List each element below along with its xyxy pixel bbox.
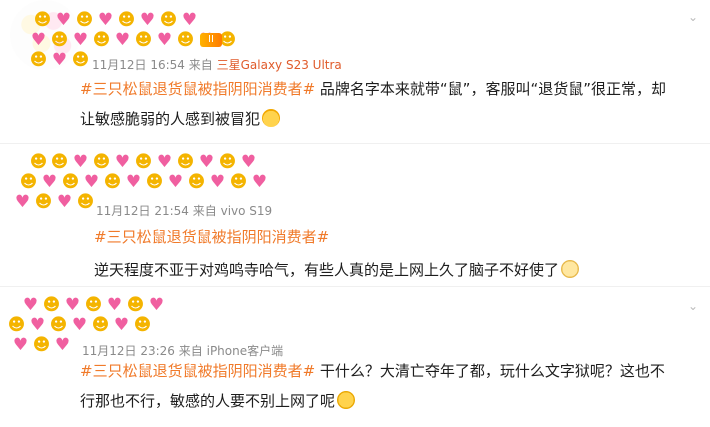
comment-text: #三只松鼠退货鼠被指阴阳消费者# 干什么？大清亡夺年了都，玩什么文字狱呢？这也不…	[80, 356, 705, 416]
heart-emoji: ♥	[156, 152, 173, 172]
nickname-emoji-row[interactable]: ♥ ☻ ♥	[10, 335, 73, 355]
heart-emoji: ♥	[29, 315, 46, 335]
heart-emoji: ♥	[14, 192, 31, 212]
smile-emoji: ☻	[126, 295, 145, 315]
smile-emoji: ☻	[159, 10, 178, 30]
chevron-down-icon[interactable]: ⌄	[686, 10, 700, 24]
heart-emoji: ♥	[22, 295, 39, 315]
comment-text: #三只松鼠退货鼠被指阴阳消费者# 品牌名字本来就带“鼠”，客服叫“退货鼠”很正常…	[80, 74, 700, 134]
heart-emoji: ♥	[181, 10, 198, 30]
comment-date: 11月12日 16:54	[92, 58, 185, 72]
nickname-emoji-row[interactable]: ☻ ♥ ☻ ♥ ☻ ♥ ☻ ♥ ☻ ♥ ☻ ♥	[18, 172, 270, 192]
smile-emoji: ☻	[7, 315, 26, 335]
hashtag-link[interactable]: #三只松鼠退货鼠被指阴阳消费者#	[94, 228, 329, 246]
nickname-emoji-row[interactable]: ♥ ☻ ♥ ☻ ♥ ☻ ♥	[20, 295, 167, 315]
smile-emoji: ☻	[218, 152, 237, 172]
smile-emoji: ☻	[117, 10, 136, 30]
heart-emoji: ♥	[167, 172, 184, 192]
heart-emoji: ♥	[97, 10, 114, 30]
device-name[interactable]: vivo S19	[221, 204, 273, 218]
heart-emoji: ♥	[106, 295, 123, 315]
smile-emoji: ☻	[34, 192, 53, 212]
smile-emoji: ☻	[133, 315, 152, 335]
smile-emoji: ☻	[176, 30, 195, 50]
comment-3: ♥ ☻ ♥ ☻ ♥ ☻ ♥ ☻ ♥ ☻ ♥ ☻ ♥ ☻ ♥ ☻ ♥ 11月12日 23:26 来自 iPho…	[0, 287, 710, 427]
heart-emoji: ♥	[156, 30, 173, 50]
comment-meta: 11月12日 16:54 来自 三星Galaxy S23 Ultra	[92, 56, 342, 73]
smile-emoji: ☻	[176, 152, 195, 172]
heart-emoji: ♥	[113, 315, 130, 335]
cover-mouth-emoji	[561, 260, 580, 278]
smile-emoji: ☻	[71, 50, 90, 70]
level-badge: II	[200, 33, 222, 47]
smile-emoji: ☻	[92, 30, 111, 50]
heart-emoji: ♥	[148, 295, 165, 315]
comment-meta: 11月12日 21:54 来自 vivo S19	[96, 202, 272, 219]
smile-emoji: ☻	[229, 172, 248, 192]
nickname-emoji-row[interactable]: ☻ ☻ ♥ ☻ ♥ ☻ ♥ ☻ ♥ ☻ ♥	[28, 152, 259, 172]
smile-emoji: ☻	[61, 172, 80, 192]
smile-emoji: ☻	[75, 10, 94, 30]
heart-emoji: ♥	[251, 172, 268, 192]
smile-emoji: ☻	[76, 192, 95, 212]
smile-emoji: ☻	[92, 152, 111, 172]
device-name[interactable]: 三星Galaxy S23 Ultra	[217, 58, 342, 72]
heart-emoji: ♥	[198, 152, 215, 172]
smile-emoji: ☻	[49, 315, 68, 335]
heart-emoji: ♥	[64, 295, 81, 315]
heart-emoji: ♥	[55, 10, 72, 30]
smile-emoji: ☻	[134, 152, 153, 172]
heart-emoji: ♥	[30, 30, 47, 50]
source-prefix: 来自	[192, 204, 217, 218]
smile-emoji: ☻	[145, 172, 164, 192]
comment-text-line2: 行那也不行，敏感的人要不别上网了呢	[80, 392, 336, 410]
smile-emoji: ☻	[29, 50, 48, 70]
heart-emoji: ♥	[114, 30, 131, 50]
nickname-emoji-row[interactable]: ☻ ♥ ☻ ♥ ☻ ♥ ☻	[6, 315, 153, 335]
smile-emoji: ☻	[134, 30, 153, 50]
smile-emoji: ☻	[42, 295, 61, 315]
source-prefix: 来自	[188, 58, 213, 72]
comment-date: 11月12日 21:54	[96, 204, 189, 218]
smile-emoji: ☻	[19, 172, 38, 192]
heart-emoji: ♥	[114, 152, 131, 172]
heart-emoji: ♥	[41, 172, 58, 192]
comment-2: ☻ ☻ ♥ ☻ ♥ ☻ ♥ ☻ ♥ ☻ ♥ ☻ ♥ ☻ ♥ ☻ ♥ ☻ ♥ ☻ ♥ ☻ ♥ ♥ ☻ ♥ ☻ 11月12日 21:…	[0, 144, 710, 284]
nickname-emoji-row[interactable]: ☻ ♥ ☻	[28, 50, 91, 70]
heart-emoji: ♥	[12, 335, 29, 355]
heart-emoji: ♥	[209, 172, 226, 192]
heart-emoji: ♥	[51, 50, 68, 70]
heart-emoji: ♥	[72, 30, 89, 50]
hashtag-link[interactable]: #三只松鼠退货鼠被指阴阳消费者#	[80, 362, 315, 380]
smile-emoji: ☻	[33, 10, 52, 30]
heart-emoji: ♥	[125, 172, 142, 192]
heart-emoji: ♥	[72, 152, 89, 172]
smile-emoji: ☻	[50, 30, 69, 50]
comment-text-line2: 逆天程度不亚于对鸡鸣寺哈气，有些人真的是上网上久了脑子不好使了	[94, 261, 560, 279]
comment-text-line1: 干什么？大清亡夺年了都，玩什么文字狱呢？这也不	[315, 362, 665, 380]
smile-emoji: ☻	[84, 295, 103, 315]
comment-text-line1: 品牌名字本来就带“鼠”，客服叫“退货鼠”很正常，却	[315, 80, 666, 98]
smile-emoji: ☻	[103, 172, 122, 192]
nickname-emoji-row[interactable]: ♥ ☻ ♥ ☻	[12, 192, 96, 212]
laugh-emoji	[262, 109, 281, 127]
heart-emoji: ♥	[71, 315, 88, 335]
smile-emoji: ☻	[50, 152, 69, 172]
heart-emoji: ♥	[83, 172, 100, 192]
heart-emoji: ♥	[240, 152, 257, 172]
comment-1: ☻♥☻♥☻♥☻♥ ♥☻♥☻♥☻♥☻♥☻ ☻♥☻ II 11月12日 16:54 …	[0, 0, 710, 140]
smile-emoji: ☻	[29, 152, 48, 172]
hashtag-link[interactable]: #三只松鼠退货鼠被指阴阳消费者#	[80, 80, 315, 98]
nickname-emoji-row[interactable]: ☻ ♥ ☻ ♥ ☻ ♥ ☻ ♥	[32, 10, 200, 30]
comment-text: #三只松鼠退货鼠被指阴阳消费者# 逆天程度不亚于对鸡鸣寺哈气，有些人真的是上网上…	[94, 221, 694, 287]
comment-text-line2: 让敏感脆弱的人感到被冒犯	[80, 110, 261, 128]
chevron-down-icon[interactable]: ⌄	[686, 299, 700, 313]
smile-emoji: ☻	[91, 315, 110, 335]
heart-emoji: ♥	[139, 10, 156, 30]
heart-emoji: ♥	[54, 335, 71, 355]
grin-emoji	[337, 391, 356, 409]
smile-emoji: ☻	[187, 172, 206, 192]
heart-emoji: ♥	[56, 192, 73, 212]
smile-emoji: ☻	[32, 335, 51, 355]
